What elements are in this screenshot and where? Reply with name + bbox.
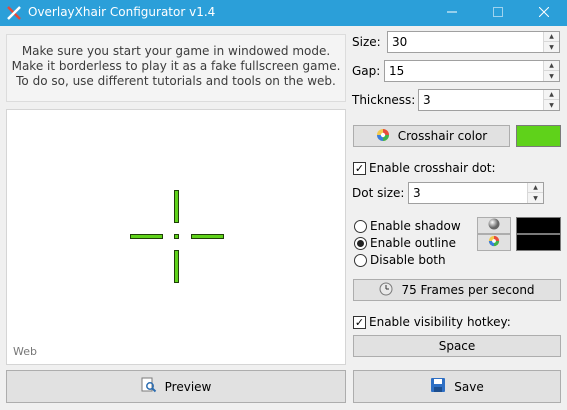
- spin-down-icon[interactable]: ▼: [544, 71, 559, 81]
- checkbox-checked-icon: ✓: [353, 161, 366, 175]
- size-label: Size:: [352, 35, 381, 49]
- info-box: Make sure you start your game in windowe…: [6, 34, 346, 102]
- outline-color-button[interactable]: [477, 234, 511, 251]
- preview-button[interactable]: Preview: [6, 370, 346, 403]
- gap-value: 15: [389, 64, 405, 78]
- radio-unselected-icon: [354, 253, 367, 267]
- color-wheel-icon: [488, 235, 500, 250]
- dot-size-value: 3: [413, 186, 421, 200]
- preview-button-label: Preview: [164, 379, 212, 394]
- info-line: To do so, use different tutorials and to…: [16, 74, 336, 88]
- spin-up-icon[interactable]: ▲: [544, 90, 559, 100]
- spin-down-icon[interactable]: ▼: [528, 193, 543, 203]
- enable-shadow-radio[interactable]: Enable shadow: [354, 219, 461, 233]
- size-spinner[interactable]: 30 ▲ ▼: [387, 31, 560, 53]
- crosshair-bottom-arm: [174, 250, 179, 283]
- title-bar: OverlayXhair Configurator v1.4: [0, 0, 567, 26]
- fps-button[interactable]: 75 Frames per second: [353, 279, 561, 301]
- clock-icon: [379, 282, 393, 299]
- disable-both-label: Disable both: [370, 253, 446, 267]
- window-title: OverlayXhair Configurator v1.4: [28, 5, 216, 19]
- info-line: Make sure you start your game in windowe…: [21, 44, 331, 58]
- checkbox-checked-icon: ✓: [353, 315, 366, 329]
- thickness-label: Thickness:: [352, 93, 416, 107]
- shadow-color-button[interactable]: [477, 217, 511, 234]
- crosshair-dot: [174, 234, 179, 239]
- save-icon: [430, 377, 446, 396]
- enable-dot-checkbox[interactable]: ✓ Enable crosshair dot:: [353, 161, 496, 175]
- enable-outline-label: Enable outline: [370, 236, 456, 250]
- close-button[interactable]: [521, 0, 567, 26]
- crosshair-preview: Web: [6, 109, 346, 365]
- save-button[interactable]: Save: [353, 370, 561, 403]
- disable-both-radio[interactable]: Disable both: [354, 253, 446, 267]
- spin-up-icon[interactable]: ▲: [544, 32, 559, 42]
- info-line: Make it borderless to play it as a fake …: [11, 59, 341, 73]
- outline-color-swatch[interactable]: [516, 234, 561, 251]
- crosshair-color-label: Crosshair color: [397, 129, 488, 143]
- minimize-icon: [447, 6, 457, 20]
- crosshair-right-arm: [191, 234, 224, 239]
- radio-selected-icon: [354, 236, 367, 250]
- save-button-label: Save: [454, 379, 484, 394]
- preview-icon: [141, 377, 157, 396]
- fps-label: 75 Frames per second: [401, 283, 535, 297]
- crosshair-left-arm: [130, 234, 163, 239]
- enable-dot-label: Enable crosshair dot:: [369, 161, 496, 175]
- enable-shadow-label: Enable shadow: [370, 219, 461, 233]
- dot-size-spinner[interactable]: 3 ▲ ▼: [408, 182, 544, 204]
- minimize-button[interactable]: [429, 0, 475, 26]
- hotkey-button[interactable]: Space: [353, 335, 561, 357]
- crosshair-color-swatch[interactable]: [516, 125, 561, 147]
- size-value: 30: [392, 35, 408, 49]
- spin-up-icon[interactable]: ▲: [528, 183, 543, 193]
- spin-down-icon[interactable]: ▼: [544, 100, 559, 110]
- crosshair-color-button[interactable]: Crosshair color: [353, 125, 510, 147]
- enable-hotkey-checkbox[interactable]: ✓ Enable visibility hotkey:: [353, 315, 511, 329]
- thickness-spinner[interactable]: 3 ▲ ▼: [418, 89, 560, 111]
- crosshair-top-arm: [174, 190, 179, 223]
- gap-spinner[interactable]: 15 ▲ ▼: [384, 60, 560, 82]
- radio-unselected-icon: [354, 219, 367, 233]
- hotkey-value: Space: [438, 339, 476, 353]
- enable-hotkey-label: Enable visibility hotkey:: [369, 315, 511, 329]
- maximize-button[interactable]: [475, 0, 521, 26]
- app-icon: [6, 5, 22, 21]
- close-icon: [538, 6, 550, 20]
- shadow-color-swatch[interactable]: [516, 217, 561, 234]
- thickness-value: 3: [423, 93, 431, 107]
- preview-watermark: Web: [13, 345, 37, 358]
- spin-down-icon[interactable]: ▼: [544, 42, 559, 52]
- spin-up-icon[interactable]: ▲: [544, 61, 559, 71]
- gap-label: Gap:: [352, 64, 381, 78]
- gray-sphere-icon: [488, 218, 500, 233]
- dot-size-label: Dot size:: [352, 186, 405, 200]
- color-wheel-icon: [376, 128, 390, 145]
- enable-outline-radio[interactable]: Enable outline: [354, 236, 456, 250]
- maximize-icon: [493, 6, 503, 20]
